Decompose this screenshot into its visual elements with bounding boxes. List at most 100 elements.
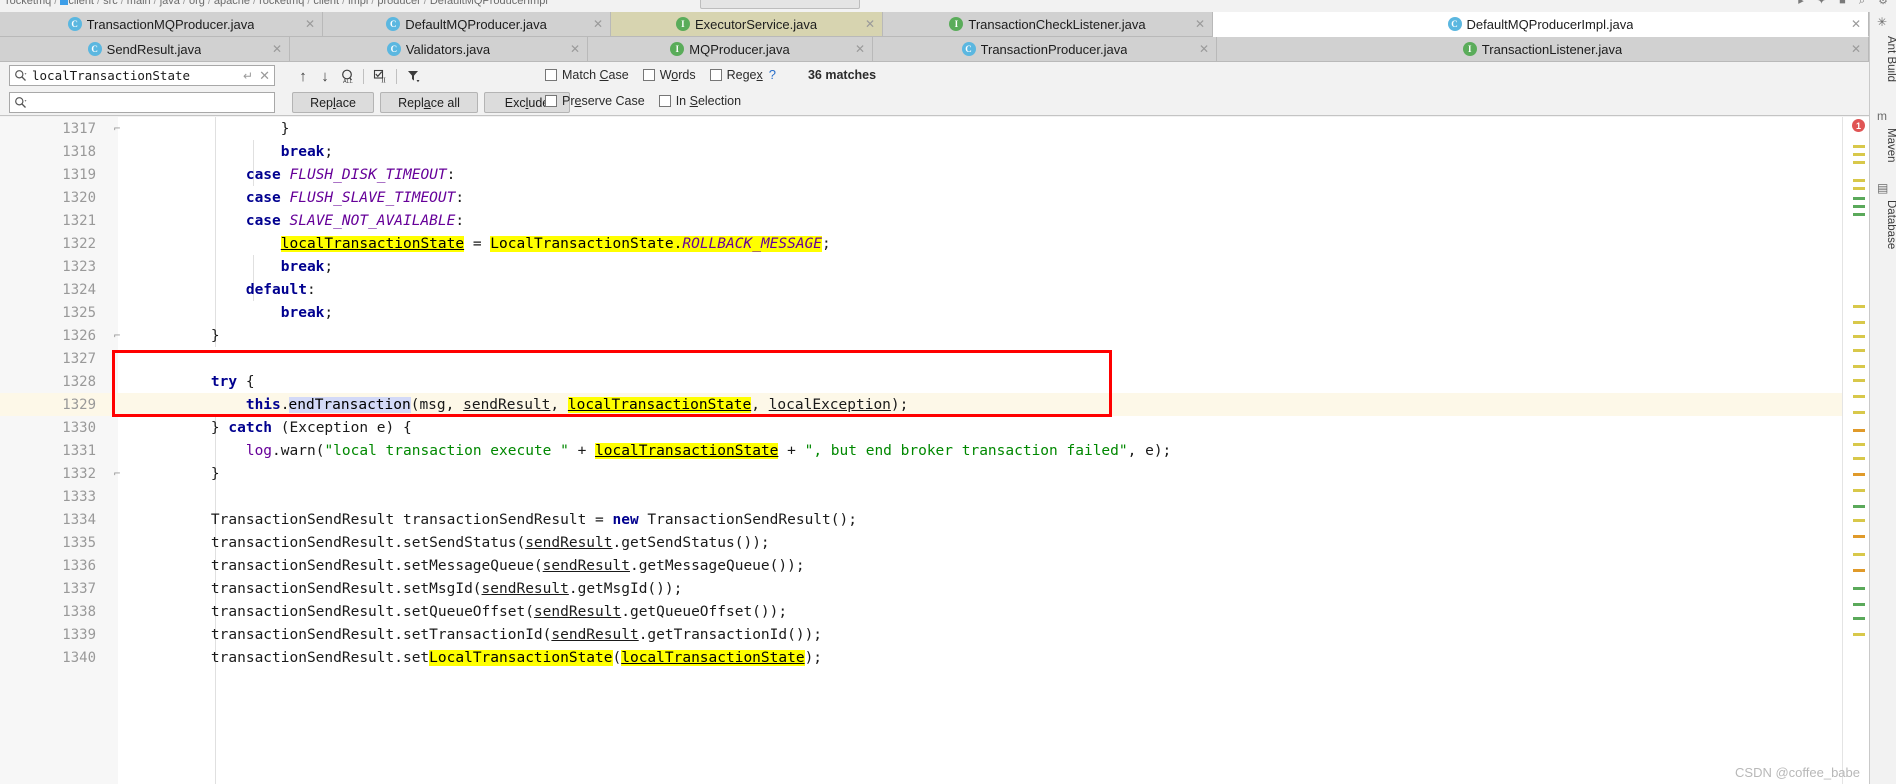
editor-tab-sendresult[interactable]: C SendResult.java ✕ bbox=[0, 37, 290, 62]
stripe-marker[interactable] bbox=[1853, 489, 1865, 492]
code-line[interactable]: 1336 transactionSendResult.setMessageQue… bbox=[0, 554, 1869, 577]
breadcrumb-item[interactable]: producer bbox=[377, 0, 420, 7]
code-line[interactable]: 1339 transactionSendResult.setTransactio… bbox=[0, 623, 1869, 646]
editor-tab-defaultmqproducerimpl[interactable]: C DefaultMQProducerImpl.java ✕ bbox=[1213, 12, 1869, 37]
stripe-marker[interactable] bbox=[1853, 305, 1865, 308]
regex-checkbox[interactable]: Regex bbox=[709, 68, 763, 82]
code-line[interactable]: 1327 bbox=[0, 347, 1869, 370]
debug-icon[interactable]: ✦ bbox=[1817, 0, 1826, 7]
breadcrumb-item[interactable]: rocketmq bbox=[6, 0, 51, 7]
regex-help-icon[interactable]: ? bbox=[769, 67, 776, 82]
find-next-icon[interactable]: ↓ bbox=[314, 66, 336, 86]
match-case-checkbox[interactable]: Match Case bbox=[545, 68, 629, 82]
run-icon[interactable]: ▸ bbox=[1798, 0, 1804, 7]
code-line[interactable]: 1324 default: bbox=[0, 278, 1869, 301]
stripe-marker[interactable] bbox=[1853, 443, 1865, 446]
enter-icon[interactable]: ↵ bbox=[243, 69, 253, 83]
stripe-marker[interactable] bbox=[1853, 519, 1865, 522]
database-icon[interactable]: ▤ bbox=[1877, 182, 1890, 195]
code-line[interactable]: 1337 transactionSendResult.setMsgId(send… bbox=[0, 577, 1869, 600]
stripe-marker[interactable] bbox=[1853, 179, 1865, 182]
code-line[interactable]: 1340 transactionSendResult.setLocalTrans… bbox=[0, 646, 1869, 669]
maven-icon[interactable]: m bbox=[1877, 110, 1890, 123]
code-editor[interactable]: 1317 ⌐ } 1318 break; 1319 case FLUSH_DIS… bbox=[0, 117, 1869, 784]
stripe-marker[interactable] bbox=[1853, 205, 1865, 208]
editor-tab-defaultmqproducer[interactable]: C DefaultMQProducer.java ✕ bbox=[323, 12, 611, 37]
stripe-marker[interactable] bbox=[1853, 429, 1865, 432]
breadcrumb-item[interactable]: client bbox=[313, 0, 339, 7]
fold-marker-icon[interactable]: ⌐ bbox=[110, 122, 124, 135]
run-configuration-selector[interactable] bbox=[700, 0, 860, 9]
close-icon[interactable]: ✕ bbox=[865, 18, 875, 30]
code-line[interactable]: 1331 log.warn("local transaction execute… bbox=[0, 439, 1869, 462]
tool-window-maven[interactable]: Maven bbox=[1870, 128, 1896, 163]
stripe-marker[interactable] bbox=[1853, 321, 1865, 324]
tool-window-database[interactable]: Database bbox=[1870, 200, 1896, 249]
close-icon[interactable]: ✕ bbox=[855, 43, 865, 55]
stripe-marker[interactable] bbox=[1853, 587, 1865, 590]
close-icon[interactable]: ✕ bbox=[1195, 18, 1205, 30]
close-icon[interactable]: ✕ bbox=[1199, 43, 1209, 55]
stripe-marker[interactable] bbox=[1853, 145, 1865, 148]
stripe-marker[interactable] bbox=[1853, 457, 1865, 460]
code-line[interactable]: 1323 break; bbox=[0, 255, 1869, 278]
code-line[interactable]: 1335 transactionSendResult.setSendStatus… bbox=[0, 531, 1869, 554]
replace-input[interactable] bbox=[9, 92, 275, 113]
stripe-marker[interactable] bbox=[1853, 379, 1865, 382]
code-line[interactable]: 1338 transactionSendResult.setQueueOffse… bbox=[0, 600, 1869, 623]
stripe-marker[interactable] bbox=[1853, 365, 1865, 368]
breadcrumb-item[interactable]: client bbox=[68, 0, 94, 7]
stripe-marker[interactable] bbox=[1853, 569, 1865, 572]
filter-icon[interactable] bbox=[402, 66, 424, 86]
code-line[interactable]: 1319 case FLUSH_DISK_TIMEOUT: bbox=[0, 163, 1869, 186]
stripe-marker[interactable] bbox=[1853, 187, 1865, 190]
fold-marker-icon[interactable]: ⌐ bbox=[110, 467, 124, 480]
stripe-marker[interactable] bbox=[1853, 633, 1865, 636]
breadcrumb-item[interactable]: DefaultMQProducerImpl bbox=[430, 0, 548, 7]
breadcrumb-item[interactable]: java bbox=[160, 0, 180, 7]
close-icon[interactable]: ✕ bbox=[1851, 18, 1861, 30]
editor-tab-transactionchecklistener[interactable]: I TransactionCheckListener.java ✕ bbox=[883, 12, 1213, 37]
breadcrumb-item[interactable]: impl bbox=[348, 0, 368, 7]
settings-icon[interactable]: ⚙ bbox=[1878, 0, 1888, 7]
editor-tab-transactionmqproducer[interactable]: C TransactionMQProducer.java ✕ bbox=[0, 12, 323, 37]
stripe-marker[interactable] bbox=[1853, 603, 1865, 606]
breadcrumb[interactable]: rocketmq / client / src / main / java / org / apache… bbox=[6, 0, 548, 7]
code-line[interactable]: 1326 ⌐ } bbox=[0, 324, 1869, 347]
error-count-badge[interactable]: 1 bbox=[1852, 119, 1865, 132]
stripe-marker[interactable] bbox=[1853, 395, 1865, 398]
code-line-current[interactable]: 1329 this.endTransaction(msg, sendResult… bbox=[0, 393, 1869, 416]
editor-tab-validators[interactable]: C Validators.java ✕ bbox=[290, 37, 588, 62]
breadcrumb-item[interactable]: apache bbox=[214, 0, 250, 7]
stripe-marker[interactable] bbox=[1853, 553, 1865, 556]
in-selection-checkbox[interactable]: In Selection bbox=[658, 94, 741, 108]
breadcrumb-item[interactable]: org bbox=[189, 0, 205, 7]
stripe-marker[interactable] bbox=[1853, 617, 1865, 620]
tool-window-ant-build[interactable]: Ant Build bbox=[1870, 36, 1896, 82]
code-line[interactable]: 1320 case FLUSH_SLAVE_TIMEOUT: bbox=[0, 186, 1869, 209]
code-line[interactable]: 1318 break; bbox=[0, 140, 1869, 163]
code-line[interactable]: 1325 break; bbox=[0, 301, 1869, 324]
replace-all-button[interactable]: Repl a ce all bbox=[380, 92, 478, 113]
editor-tab-transactionproducer[interactable]: C TransactionProducer.java ✕ bbox=[873, 37, 1217, 62]
fold-marker-icon[interactable]: ⌐ bbox=[110, 329, 124, 342]
stripe-marker[interactable] bbox=[1853, 161, 1865, 164]
editor-tab-executorservice[interactable]: I ExecutorService.java ✕ bbox=[611, 12, 883, 37]
toggle-in-comments-icon[interactable]: II bbox=[369, 66, 391, 86]
pin-icon[interactable]: ✳ bbox=[1877, 16, 1890, 29]
stripe-marker[interactable] bbox=[1853, 535, 1865, 538]
code-line[interactable]: 1330 } catch (Exception e) { bbox=[0, 416, 1869, 439]
breadcrumb-item[interactable]: src bbox=[103, 0, 118, 7]
stripe-marker[interactable] bbox=[1853, 411, 1865, 414]
replace-button[interactable]: Rep l ace bbox=[292, 92, 374, 113]
code-line[interactable]: 1334 TransactionSendResult transactionSe… bbox=[0, 508, 1869, 531]
code-line[interactable]: 1317 ⌐ } bbox=[0, 117, 1869, 140]
stop-icon[interactable]: ■ bbox=[1839, 0, 1846, 7]
analysis-stripe[interactable]: 1 bbox=[1842, 117, 1869, 784]
code-line[interactable]: 1322 localTransactionState = LocalTransa… bbox=[0, 232, 1869, 255]
code-line[interactable]: 1328 try { bbox=[0, 370, 1869, 393]
stripe-marker[interactable] bbox=[1853, 473, 1865, 476]
code-line[interactable]: 1332 ⌐ } bbox=[0, 462, 1869, 485]
code-line[interactable]: 1333 bbox=[0, 485, 1869, 508]
stripe-marker[interactable] bbox=[1853, 197, 1865, 200]
